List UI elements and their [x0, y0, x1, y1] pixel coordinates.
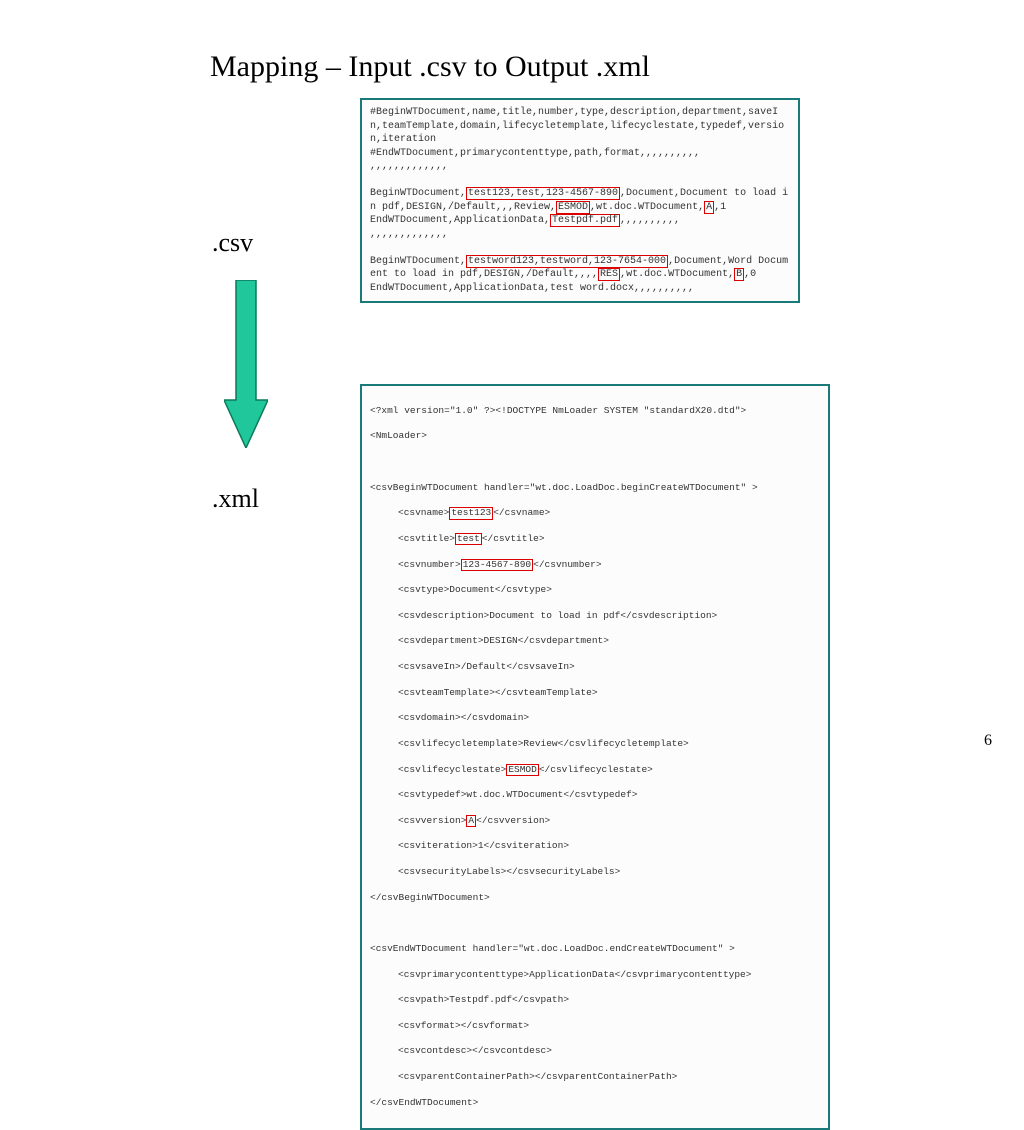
- xml-line: <csvsaveIn>/Default</csvsaveIn>: [370, 661, 820, 674]
- highlight-version: B: [734, 268, 744, 281]
- xml-line: </csvEndWTDocument>: [370, 1097, 820, 1110]
- csv-header-line: #BeginWTDocument,name,title,number,type,…: [370, 106, 790, 147]
- xml-line: <csvprimarycontenttype>ApplicationData</…: [370, 969, 820, 982]
- xml-line: <csvlifecycletemplate>Review</csvlifecyc…: [370, 738, 820, 751]
- xml-line: <csvtypedef>wt.doc.WTDocument</csvtypede…: [370, 789, 820, 802]
- highlight-name: test123: [449, 507, 493, 519]
- xml-line: <csviteration>1</csviteration>: [370, 840, 820, 853]
- csv-row-1-begin: BeginWTDocument,test123,test,123-4567-89…: [370, 187, 790, 214]
- page-title: Mapping – Input .csv to Output .xml: [210, 50, 650, 84]
- xml-line: <csvsecurityLabels></csvsecurityLabels>: [370, 866, 820, 879]
- xml-line: <csvlifecyclestate>ESMOD</csvlifecyclest…: [370, 764, 820, 777]
- csv-header-end: #EndWTDocument,primarycontenttype,path,f…: [370, 147, 790, 161]
- xml-line: <csvBeginWTDocument handler="wt.doc.Load…: [370, 482, 820, 495]
- xml-line: <csvnumber>123-4567-890</csvnumber>: [370, 559, 820, 572]
- xml-line: </csvBeginWTDocument>: [370, 892, 820, 905]
- highlight-version: A: [466, 815, 476, 827]
- xml-line: <csvformat></csvformat>: [370, 1020, 820, 1033]
- csv-row-1-end: EndWTDocument,ApplicationData,Testpdf.pd…: [370, 214, 790, 228]
- xml-line: <csvparentContainerPath></csvparentConta…: [370, 1071, 820, 1084]
- highlight-state: ESMOD: [506, 764, 539, 776]
- xml-line: <csvdepartment>DESIGN</csvdepartment>: [370, 635, 820, 648]
- xml-line: <csvEndWTDocument handler="wt.doc.LoadDo…: [370, 943, 820, 956]
- xml-line: <csvpath>Testpdf.pdf</csvpath>: [370, 994, 820, 1007]
- xml-line: <csvcontdesc></csvcontdesc>: [370, 1045, 820, 1058]
- csv-commas: ,,,,,,,,,,,,,: [370, 160, 790, 174]
- highlight-name-title-number: test123,test,123-4567-890: [466, 187, 620, 200]
- xml-line: <csvdomain></csvdomain>: [370, 712, 820, 725]
- xml-line: <csvversion>A</csvversion>: [370, 815, 820, 828]
- xml-line: <csvtitle>test</csvtitle>: [370, 533, 820, 546]
- csv-commas: ,,,,,,,,,,,,,: [370, 228, 790, 242]
- highlight-state: RES: [598, 268, 620, 281]
- highlight-number: 123-4567-890: [461, 559, 533, 571]
- highlight-name-title-number: testword123,testword,123-7654-000: [466, 255, 668, 268]
- xml-line: <csvname>test123</csvname>: [370, 507, 820, 520]
- page-number: 6: [984, 732, 992, 750]
- highlight-title: test: [455, 533, 482, 545]
- xml-panel: <?xml version="1.0" ?><!DOCTYPE NmLoader…: [360, 384, 830, 1130]
- xml-line: <NmLoader>: [370, 430, 820, 443]
- csv-row-2-end: EndWTDocument,ApplicationData,test word.…: [370, 282, 790, 296]
- xml-line: <csvtype>Document</csvtype>: [370, 584, 820, 597]
- highlight-path: Testpdf.pdf: [550, 214, 620, 227]
- highlight-version: A: [704, 201, 714, 214]
- xml-line: <?xml version="1.0" ?><!DOCTYPE NmLoader…: [370, 405, 820, 418]
- csv-label: .csv: [212, 228, 253, 258]
- xml-label: .xml: [212, 484, 259, 514]
- csv-row-2-begin: BeginWTDocument,testword123,testword,123…: [370, 255, 790, 282]
- highlight-state: ESMOD: [556, 201, 590, 214]
- csv-panel: #BeginWTDocument,name,title,number,type,…: [360, 98, 800, 303]
- xml-line: <csvteamTemplate></csvteamTemplate>: [370, 687, 820, 700]
- arrow-down-icon: [224, 280, 268, 453]
- xml-line: <csvdescription>Document to load in pdf<…: [370, 610, 820, 623]
